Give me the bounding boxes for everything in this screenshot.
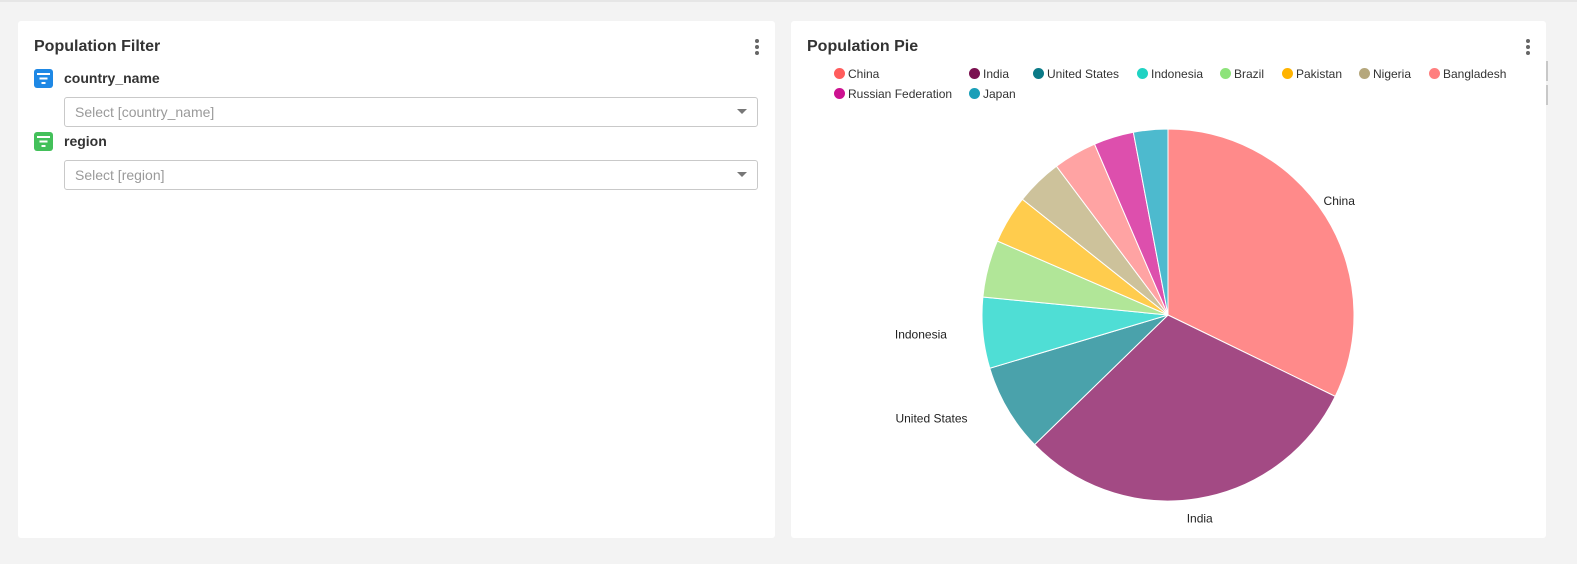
filter-label: country_name (64, 70, 160, 86)
country-name-select[interactable]: Select [country_name] (64, 97, 758, 127)
legend-label: Brazil (1234, 67, 1265, 81)
legend-label: India (983, 67, 1010, 81)
legend-swatch (1282, 68, 1293, 79)
filter-list-icon (34, 69, 53, 88)
legend-label: Nigeria (1373, 67, 1412, 81)
legend-swatch (969, 68, 980, 79)
legend-swatch (1137, 68, 1148, 79)
legend-swatch (1429, 68, 1440, 79)
vertical-dots-icon[interactable] (1522, 39, 1534, 57)
population-pie-panel: China India United States Indonesia Populat… (791, 21, 1548, 538)
slice-label: China (1324, 194, 1356, 208)
slice-label: Indonesia (895, 327, 947, 341)
slice-label: United States (895, 411, 967, 425)
legend-swatch (1220, 68, 1231, 79)
vertical-dots-icon[interactable] (751, 39, 763, 57)
select-placeholder: Select [region] (75, 167, 165, 183)
filter-list-icon (34, 132, 53, 151)
legend-swatch (834, 88, 845, 99)
legend-swatch (969, 88, 980, 99)
filter-label: region (64, 133, 107, 149)
select-placeholder: Select [country_name] (75, 104, 215, 120)
panel-title: Population Pie (807, 38, 919, 55)
legend-label: Pakistan (1296, 67, 1343, 81)
caret-down-icon (737, 109, 747, 114)
legend-label: Indonesia (1151, 67, 1204, 81)
panel-title: Population Filter (34, 38, 161, 55)
legend-label: China (848, 67, 880, 81)
legend-swatch (1033, 68, 1044, 79)
legend-label: Russian Federation (848, 87, 953, 101)
legend-label: Bangladesh (1443, 67, 1507, 81)
region-select[interactable]: Select [region] (64, 160, 758, 190)
legend-swatch (1359, 68, 1370, 79)
slice-label: India (1187, 511, 1213, 525)
legend-label: Japan (983, 87, 1016, 101)
legend-swatch (834, 68, 845, 79)
top-divider (0, 0, 1577, 2)
caret-down-icon (737, 172, 747, 177)
population-filter-panel: Population Filter country_name Select [c… (18, 21, 775, 538)
legend-label: United States (1047, 67, 1120, 81)
